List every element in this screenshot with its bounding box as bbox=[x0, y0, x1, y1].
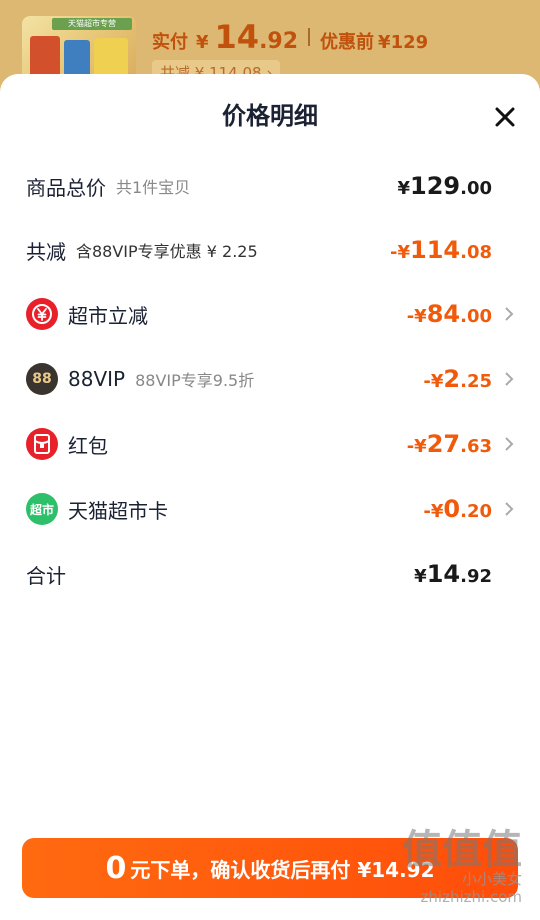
tmall-card-amount: -¥ 0.20 bbox=[423, 495, 492, 523]
row-goods-total: 商品总价 共1件宝贝 ¥129.00 bbox=[26, 166, 516, 206]
row-sub-label: 88VIP专享9.5折 bbox=[135, 371, 255, 390]
tmall-supermarket-icon: 超市 bbox=[26, 493, 58, 525]
row-supermarket-discount[interactable]: 超市立减 -¥ 84.00 bbox=[26, 294, 516, 334]
row-sum-total: 合计 ¥14.92 bbox=[26, 554, 516, 594]
row-sub-label: 含88VIP专享优惠 ¥ 2.25 bbox=[76, 242, 258, 261]
row-label: 红包 bbox=[68, 433, 108, 458]
close-icon[interactable] bbox=[492, 104, 518, 130]
thumbnail-banner: 天猫超市专营 bbox=[52, 18, 132, 30]
chevron-right-icon bbox=[505, 437, 514, 451]
discount-yen-icon bbox=[26, 298, 58, 330]
row-label: 超市立减 bbox=[68, 303, 148, 328]
row-red-packet[interactable]: 红包 -¥ 27.63 bbox=[26, 424, 516, 464]
row-label: 商品总价 bbox=[26, 175, 106, 200]
chevron-right-icon bbox=[505, 502, 514, 516]
vip88-badge-icon: 88 bbox=[26, 363, 58, 395]
sum-total-amount: ¥14.92 bbox=[414, 560, 492, 588]
background-price: 实付 ¥ 14 .92 优惠前 ¥129 bbox=[152, 18, 429, 56]
red-packet-amount: -¥ 27.63 bbox=[406, 430, 492, 458]
site-watermark: 值值值 小小美女 zhizhizhi.com bbox=[402, 827, 522, 906]
chevron-right-icon bbox=[505, 307, 514, 321]
row-total-reduction: 共减 含88VIP专享优惠 ¥ 2.25 -¥ 114.08 bbox=[26, 230, 516, 270]
vip-discount-amount: -¥ 2.25 bbox=[423, 365, 492, 393]
price-detail-sheet: 价格明细 商品总价 共1件宝贝 ¥129.00 共减 含88VIP专享优惠 ¥ … bbox=[0, 74, 540, 920]
sheet-title: 价格明细 bbox=[222, 102, 318, 130]
chevron-right-icon bbox=[505, 372, 514, 386]
row-tmall-supermarket-card[interactable]: 超市 天猫超市卡 -¥ 0.20 bbox=[26, 489, 516, 529]
row-sub-label: 共1件宝贝 bbox=[116, 178, 191, 197]
row-label: 共减 bbox=[26, 239, 66, 264]
red-packet-icon bbox=[26, 428, 58, 460]
supermarket-discount-amount: -¥ 84.00 bbox=[406, 300, 492, 328]
row-88vip-discount[interactable]: 88 88VIP 88VIP专享9.5折 -¥ 2.25 bbox=[26, 359, 516, 399]
row-label: 合计 bbox=[26, 563, 66, 588]
goods-total-amount: ¥129.00 bbox=[397, 172, 492, 200]
total-reduction-amount: -¥ 114.08 bbox=[390, 236, 492, 264]
row-label: 88VIP bbox=[68, 367, 126, 391]
row-label: 天猫超市卡 bbox=[68, 498, 168, 523]
